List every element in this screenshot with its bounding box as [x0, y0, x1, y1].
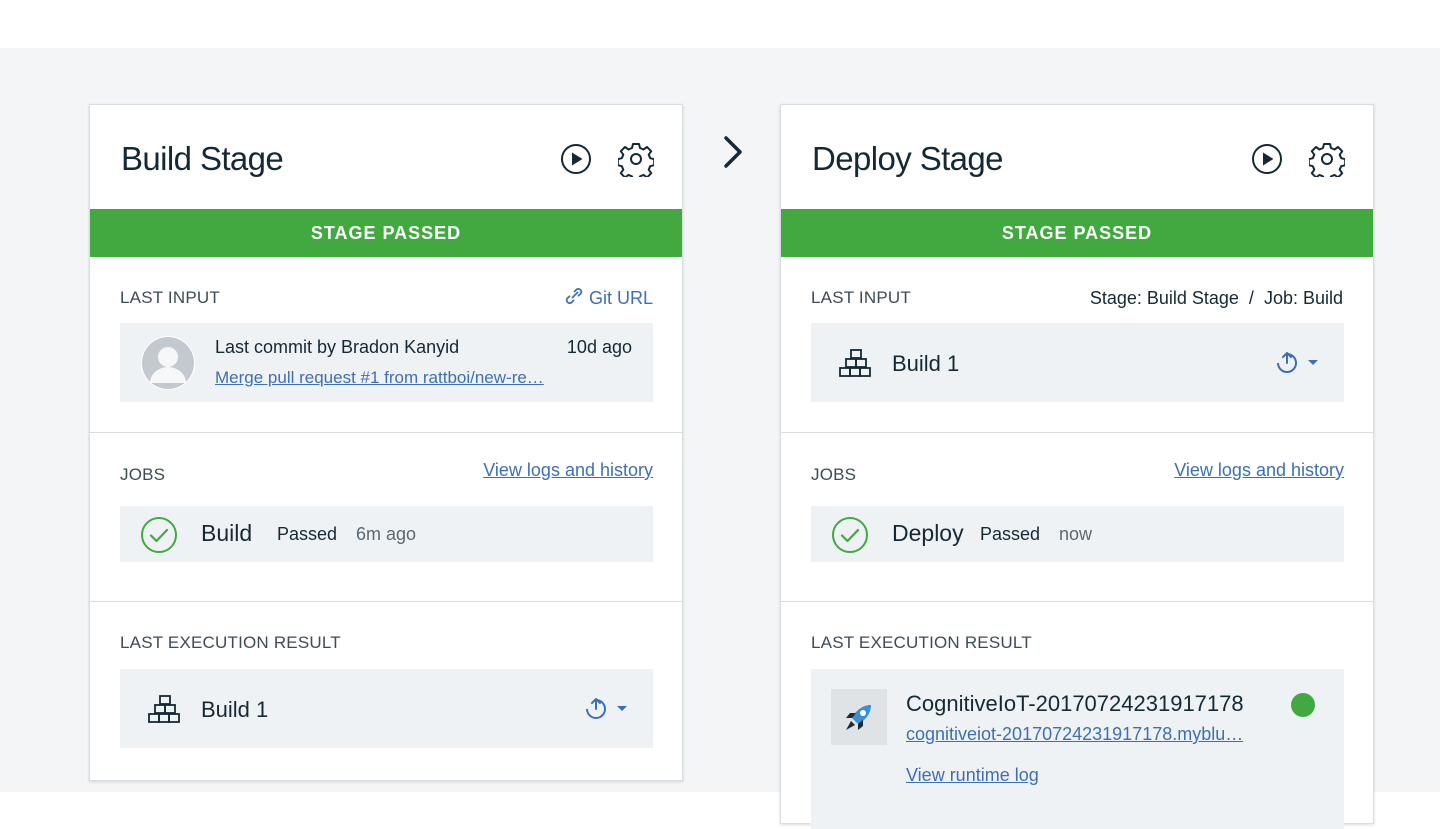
section-label: LAST INPUT [120, 288, 220, 307]
job-row[interactable]: Deploy Passed now [811, 506, 1344, 562]
commit-message-link[interactable]: Merge pull request #1 from rattboi/new-r… [215, 368, 544, 388]
gear-icon[interactable] [1309, 141, 1345, 177]
gear-icon[interactable] [618, 141, 654, 177]
commit-tile: Last commit by Bradon Kanyid 10d ago Mer… [120, 323, 653, 402]
job-time: now [1059, 524, 1093, 544]
job-name: Build [201, 520, 253, 546]
input-source: Stage: Build Stage / Job: Build [1089, 288, 1343, 308]
job-time: 6m ago [356, 524, 417, 544]
jobs-section: JOBS View logs and history Build Passed … [90, 433, 682, 602]
redeploy-icon [586, 698, 606, 719]
build-number: Build 1 [201, 697, 269, 722]
redeploy-icon [1277, 352, 1297, 373]
stage-title: Build Stage [121, 140, 284, 177]
stage-title: Deploy Stage [812, 140, 1004, 177]
app-icon-box [831, 689, 887, 745]
stage-status-bar: STAGE PASSED [90, 209, 682, 257]
commit-author: Last commit by Bradon Kanyid [215, 337, 460, 357]
git-url-label: Git URL [588, 288, 653, 308]
job-row[interactable]: Build Passed 6m ago [120, 506, 653, 562]
check-circle-icon [832, 517, 868, 553]
build-result-tile: Build 1 [120, 669, 653, 748]
job-name: Deploy [892, 520, 964, 546]
view-logs-link[interactable]: View logs and history [483, 460, 653, 481]
input-build-tile: Build 1 [811, 323, 1344, 402]
section-label: LAST EXECUTION RESULT [120, 633, 341, 652]
avatar [141, 336, 195, 390]
last-input-section: LAST INPUT Git URL Last commit by Bradon… [90, 257, 682, 433]
stage-status-bar: STAGE PASSED [781, 209, 1373, 257]
build-stage-header: Build Stage [90, 105, 682, 209]
chevron-down-icon [617, 706, 627, 711]
redeploy-dropdown[interactable] [582, 695, 632, 723]
rocket-icon [846, 705, 871, 730]
job-status: Passed [277, 524, 338, 544]
section-label: JOBS [120, 465, 166, 484]
jobs-section: JOBS View logs and history Deploy Passed… [781, 433, 1373, 602]
last-execution-section: LAST EXECUTION RESULT CognitiveIoT-20170… [781, 602, 1373, 829]
link-icon [565, 288, 583, 304]
last-input-section: LAST INPUT Stage: Build Stage / Job: Bui… [781, 257, 1373, 433]
section-label: LAST INPUT [811, 288, 911, 307]
app-name: CognitiveIoT-20170724231917178 [906, 691, 1244, 716]
last-execution-section: LAST EXECUTION RESULT Build 1 [90, 602, 682, 780]
play-icon[interactable] [558, 141, 594, 177]
app-result-tile: CognitiveIoT-20170724231917178 cognitive… [811, 669, 1344, 829]
job-status: Passed [980, 524, 1041, 544]
app-url-link[interactable]: cognitiveiot-20170724231917178.myblu… [906, 724, 1243, 745]
chevron-right-icon [724, 136, 742, 168]
deploy-stage-card: Deploy Stage STAGE PASSED LAST INPUT Sta… [780, 104, 1374, 829]
build-icon [148, 695, 180, 723]
build-stage-card: Build Stage STAGE PASSED LAST INPUT Git … [89, 104, 683, 781]
app-running-indicator [1291, 693, 1315, 717]
build-number: Build 1 [892, 351, 960, 376]
view-runtime-log-link[interactable]: View runtime log [906, 765, 1039, 786]
commit-time: 10d ago [566, 337, 632, 357]
section-label: JOBS [811, 465, 857, 484]
play-icon[interactable] [1249, 141, 1285, 177]
git-url-link[interactable]: Git URL [564, 286, 653, 309]
chevron-down-icon [1308, 360, 1318, 365]
build-icon [839, 349, 871, 377]
view-logs-link[interactable]: View logs and history [1174, 460, 1344, 481]
redeploy-dropdown[interactable] [1273, 349, 1323, 377]
check-circle-icon [141, 517, 177, 553]
deploy-stage-header: Deploy Stage [781, 105, 1373, 209]
section-label: LAST EXECUTION RESULT [811, 633, 1032, 652]
